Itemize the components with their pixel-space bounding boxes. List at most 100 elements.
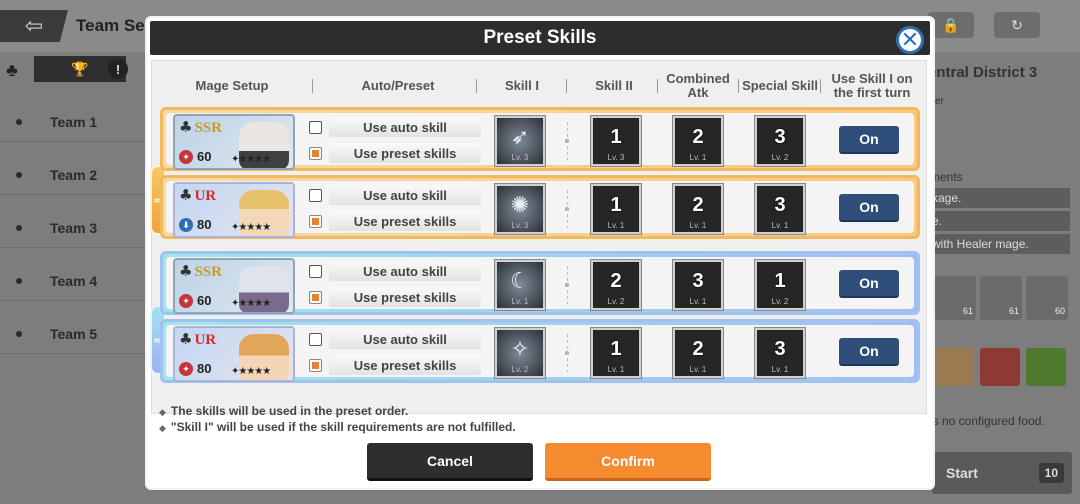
note-preset-order: ◆ The skills will be used in the preset o…: [159, 404, 409, 418]
burst-skill-icon: ✺: [510, 192, 530, 217]
attribute-icon: ✦: [179, 361, 193, 376]
auto-skill-option[interactable]: Use auto skill: [309, 328, 481, 350]
party-portrait[interactable]: 61: [934, 276, 976, 320]
skill-2-slot[interactable]: 1 Lv. 1: [591, 328, 641, 378]
dialog-header: Preset Skills ✕: [150, 21, 930, 55]
vegetable-item[interactable]: [1026, 348, 1066, 386]
skill-2-slot[interactable]: 1 Lv. 3: [591, 116, 641, 166]
stamina-cost: 10: [1038, 463, 1064, 483]
col-combined-atk: Combined Atk: [666, 71, 730, 100]
close-button[interactable]: ✕: [896, 26, 924, 54]
mage-level: 80: [197, 361, 212, 376]
preset-skill-option[interactable]: Use preset skills: [309, 210, 481, 232]
star-rating: ✦★★★★: [231, 154, 271, 165]
skill-1-slot[interactable]: ✺ Lv. 3: [495, 184, 545, 234]
skill-1-slot[interactable]: ✧ Lv. 2: [495, 328, 545, 378]
special-skill-slot[interactable]: 1 Lv. 2: [755, 260, 805, 310]
auto-skill-checkbox[interactable]: [309, 120, 322, 134]
party-portrait[interactable]: 60: [1026, 276, 1068, 320]
preset-skills-dialog: Preset Skills ✕ Mage Setup Auto/Preset S…: [147, 18, 933, 488]
clover-icon: ♣: [179, 118, 193, 136]
clover-icon: ♣: [6, 60, 18, 80]
mage-level: 60: [197, 293, 212, 308]
cancel-button[interactable]: Cancel: [367, 443, 533, 481]
auto-skill-option[interactable]: Use auto skill: [309, 184, 481, 206]
special-skill-slot[interactable]: 3 Lv. 1: [755, 328, 805, 378]
attribute-icon: ✦: [179, 293, 193, 308]
skill-1-slot[interactable]: ☾ Lv. 1: [495, 260, 545, 310]
note-skill-fallback: ◆ "Skill I" will be used if the skill req…: [159, 420, 516, 434]
back-button[interactable]: ⇦: [0, 10, 68, 42]
mage-portrait[interactable]: ♣ UR ✦ 80 ✦★★★★: [173, 326, 295, 382]
clover-icon: ♣: [179, 186, 193, 204]
rarity-badge: SSR: [194, 120, 222, 136]
requirements-heading: ments: [930, 170, 963, 184]
rarity-badge: UR: [194, 188, 217, 204]
combined-atk-slot[interactable]: 2 Lv. 1: [673, 184, 723, 234]
auto-skill-checkbox[interactable]: [309, 264, 322, 278]
auto-skill-checkbox[interactable]: [309, 332, 322, 346]
preset-skill-checkbox[interactable]: [309, 358, 322, 372]
warning-icon[interactable]: !: [108, 59, 128, 79]
skill-2-slot[interactable]: 1 Lv. 1: [591, 184, 641, 234]
star-rating: ✦★★★★: [231, 298, 271, 309]
combined-atk-slot[interactable]: 2 Lv. 1: [673, 116, 723, 166]
auto-skill-option[interactable]: Use auto skill: [309, 260, 481, 282]
clover-icon: ♣: [179, 262, 193, 280]
first-turn-toggle[interactable]: On: [839, 194, 899, 222]
stage-name: entral District 3: [928, 64, 1038, 81]
auto-skill-option[interactable]: Use auto skill: [309, 116, 481, 138]
team-tab-1[interactable]: Team 1: [0, 102, 150, 142]
mage-portrait[interactable]: ♣ SSR ✦ 60 ✦★★★★: [173, 258, 295, 314]
combined-atk-slot[interactable]: 3 Lv. 1: [673, 260, 723, 310]
first-turn-toggle[interactable]: On: [839, 270, 899, 298]
preset-skill-checkbox[interactable]: [309, 214, 322, 228]
team-tab-3[interactable]: Team 3: [0, 208, 150, 248]
mage-portrait[interactable]: ♣ UR ⬇ 80 ✦★★★★: [173, 182, 295, 238]
col-skill-1: Skill I: [505, 78, 539, 93]
col-skill-2: Skill II: [595, 78, 633, 93]
preset-skill-checkbox[interactable]: [309, 290, 322, 304]
star-rating: ✦★★★★: [231, 222, 271, 233]
mage-row: ♣ UR ✦ 80 ✦★★★★ Use auto skill Use preset …: [160, 319, 920, 383]
mage-row: ♣ UR ⬇ 80 ✦★★★★ Use auto skill Use preset …: [160, 175, 920, 239]
first-turn-toggle[interactable]: On: [839, 126, 899, 154]
team-tab-4[interactable]: Team 4: [0, 261, 150, 301]
mage-level: 60: [197, 149, 212, 164]
attribute-icon: ✦: [179, 149, 193, 164]
lock-button[interactable]: 🔒: [928, 12, 974, 38]
preset-skill-option[interactable]: Use preset skills: [309, 286, 481, 308]
skill-2-slot[interactable]: 2 Lv. 2: [591, 260, 641, 310]
preset-table: Mage Setup Auto/Preset Skill I Skill II …: [150, 60, 927, 414]
auto-skill-checkbox[interactable]: [309, 188, 322, 202]
special-skill-slot[interactable]: 3 Lv. 2: [755, 116, 805, 166]
col-auto-preset: Auto/Preset: [361, 78, 435, 93]
preset-skill-option[interactable]: Use preset skills: [309, 354, 481, 376]
team-tab-5[interactable]: Team 5: [0, 314, 150, 354]
special-skill-slot[interactable]: 3 Lv. 1: [755, 184, 805, 234]
back-arrow-icon: ⇦: [24, 13, 44, 38]
trophy-icon: 🏆: [71, 60, 89, 77]
screen-title: Team Set: [76, 16, 151, 35]
lock-icon: 🔒: [942, 16, 960, 33]
sparkle-skill-icon: ✧: [510, 336, 530, 361]
star-rating: ✦★★★★: [231, 366, 271, 377]
mage-level: 80: [197, 217, 212, 232]
first-turn-toggle[interactable]: On: [839, 338, 899, 366]
combined-atk-slot[interactable]: 2 Lv. 1: [673, 328, 723, 378]
reset-button[interactable]: ↻: [994, 12, 1040, 38]
mage-portrait[interactable]: ♣ SSR ✦ 60 ✦★★★★: [173, 114, 295, 170]
attribute-icon: ⬇: [179, 217, 193, 232]
confirm-button[interactable]: Confirm: [545, 443, 711, 481]
party-portrait[interactable]: 61: [980, 276, 1022, 320]
team-tab-2[interactable]: Team 2: [0, 155, 150, 195]
preset-skill-option[interactable]: Use preset skills: [309, 142, 481, 164]
start-button[interactable]: Start 10: [932, 452, 1072, 494]
preset-skill-checkbox[interactable]: [309, 146, 322, 160]
skill-1-slot[interactable]: ➶ Lv. 3: [495, 116, 545, 166]
rarity-badge: SSR: [194, 264, 222, 280]
requirement-2: e.: [930, 211, 1070, 231]
meat-item[interactable]: [980, 348, 1020, 386]
medal-item[interactable]: [934, 348, 974, 386]
slash-skill-icon: ➶: [510, 124, 530, 149]
